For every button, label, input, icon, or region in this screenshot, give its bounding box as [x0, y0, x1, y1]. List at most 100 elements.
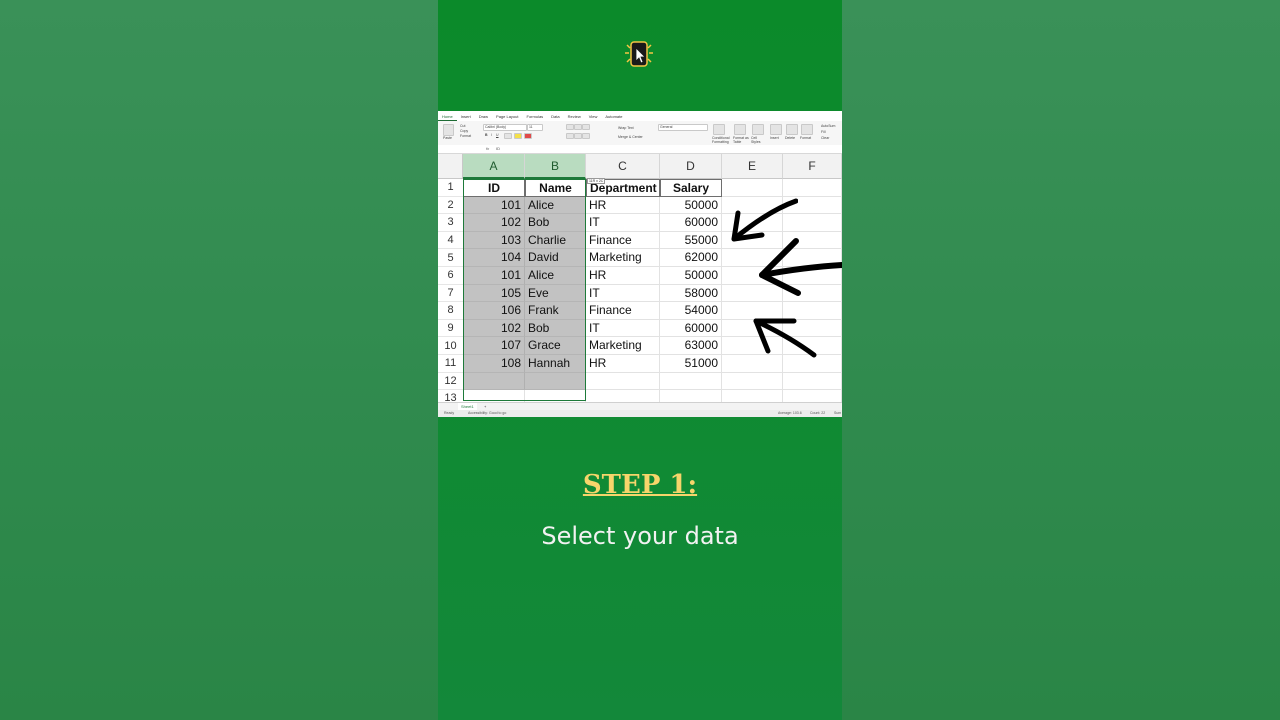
tab-draw[interactable]: Draw	[475, 111, 492, 121]
row-header-5[interactable]: 5	[438, 249, 463, 267]
cell-c6[interactable]: HR	[586, 267, 660, 285]
cell-a1[interactable]: ID	[463, 179, 525, 197]
cell-b4[interactable]: Charlie	[525, 231, 586, 250]
cell-e1[interactable]	[722, 179, 783, 197]
copy-button[interactable]: Copy	[460, 129, 468, 133]
cell-c7[interactable]: IT	[586, 284, 660, 303]
paste-icon[interactable]	[443, 124, 454, 136]
cell-b12[interactable]	[525, 372, 586, 391]
row-header-3[interactable]: 3	[438, 214, 463, 232]
number-format-select[interactable]: General	[658, 124, 708, 131]
cell-b1[interactable]: Name	[525, 179, 586, 197]
cell-a9[interactable]: 102	[463, 319, 525, 338]
cell-a4[interactable]: 103	[463, 231, 525, 250]
row-header-4[interactable]: 4	[438, 231, 463, 250]
font-size-select[interactable]: 11	[527, 124, 543, 131]
cell-d11[interactable]: 51000	[660, 355, 722, 373]
font-color-icon[interactable]	[524, 133, 532, 139]
align-top-icon[interactable]	[566, 124, 574, 130]
column-header-d[interactable]: D	[660, 154, 722, 179]
cell-c3[interactable]: IT	[586, 214, 660, 232]
cell-c10[interactable]: Marketing	[586, 337, 660, 355]
cell-b5[interactable]: David	[525, 249, 586, 267]
cell-a10[interactable]: 107	[463, 337, 525, 355]
tab-review[interactable]: Review	[564, 111, 585, 121]
cell-d3[interactable]: 60000	[660, 214, 722, 232]
column-header-a[interactable]: A	[463, 154, 525, 179]
insert-cells-icon[interactable]	[770, 124, 782, 135]
cell-b2[interactable]: Alice	[525, 196, 586, 215]
tab-view[interactable]: View	[585, 111, 602, 121]
tab-automate[interactable]: Automate	[601, 111, 626, 121]
tab-page-layout[interactable]: Page Layout	[492, 111, 522, 121]
cell-d5[interactable]: 62000	[660, 249, 722, 267]
cell-a3[interactable]: 102	[463, 214, 525, 232]
autosum-button[interactable]: AutoSum	[821, 124, 835, 128]
cell-b9[interactable]: Bob	[525, 319, 586, 338]
bold-button[interactable]: B	[485, 133, 488, 137]
cell-d2[interactable]: 50000	[660, 196, 722, 215]
column-header-e[interactable]: E	[722, 154, 783, 179]
formula-input[interactable]: ID	[496, 146, 500, 151]
cell-a12[interactable]	[463, 372, 525, 391]
cell-a11[interactable]: 108	[463, 355, 525, 373]
format-painter-button[interactable]: Format	[460, 134, 471, 138]
cell-b11[interactable]: Hannah	[525, 355, 586, 373]
row-header-9[interactable]: 9	[438, 319, 463, 338]
row-header-12[interactable]: 12	[438, 372, 463, 391]
cell-b3[interactable]: Bob	[525, 214, 586, 232]
cell-b8[interactable]: Frank	[525, 302, 586, 320]
cell-d1[interactable]: Salary	[660, 179, 722, 197]
cell-b7[interactable]: Eve	[525, 284, 586, 303]
merge-center-button[interactable]: Merge & Center	[618, 135, 643, 139]
row-header-11[interactable]: 11	[438, 355, 463, 373]
borders-icon[interactable]	[504, 133, 512, 139]
font-name-select[interactable]: Calibri (Body)	[483, 124, 527, 131]
cell-b6[interactable]: Alice	[525, 267, 586, 285]
row-header-7[interactable]: 7	[438, 284, 463, 303]
underline-button[interactable]: U	[496, 133, 499, 137]
align-bottom-icon[interactable]	[582, 124, 590, 130]
cell-b10[interactable]: Grace	[525, 337, 586, 355]
delete-cells-icon[interactable]	[786, 124, 798, 135]
tab-data[interactable]: Data	[547, 111, 563, 121]
tab-home[interactable]: Home	[438, 111, 457, 121]
cell-c5[interactable]: Marketing	[586, 249, 660, 267]
format-cells-icon[interactable]	[801, 124, 813, 135]
cell-d6[interactable]: 50000	[660, 267, 722, 285]
row-header-2[interactable]: 2	[438, 196, 463, 215]
tab-formulas[interactable]: Formulas	[523, 111, 548, 121]
cell-d9[interactable]: 60000	[660, 319, 722, 338]
cell-a8[interactable]: 106	[463, 302, 525, 320]
cell-d4[interactable]: 55000	[660, 231, 722, 250]
formula-bar[interactable]: fx ID	[438, 145, 842, 154]
column-header-f[interactable]: F	[783, 154, 842, 179]
cell-c2[interactable]: HR	[586, 196, 660, 215]
row-header-10[interactable]: 10	[438, 337, 463, 355]
column-header-b[interactable]: B	[525, 154, 586, 179]
row-header-8[interactable]: 8	[438, 302, 463, 320]
italic-button[interactable]: I	[491, 133, 492, 137]
cell-c4[interactable]: Finance	[586, 231, 660, 250]
add-sheet-button[interactable]: +	[484, 404, 486, 409]
cell-f1[interactable]	[783, 179, 842, 197]
cell-a6[interactable]: 101	[463, 267, 525, 285]
cell-c12[interactable]	[586, 372, 660, 391]
cell-d8[interactable]: 54000	[660, 302, 722, 320]
align-right-icon[interactable]	[582, 133, 590, 139]
cell-a5[interactable]: 104	[463, 249, 525, 267]
cell-styles-icon[interactable]	[752, 124, 764, 135]
fill-color-icon[interactable]	[514, 133, 522, 139]
cell-e12[interactable]	[722, 372, 783, 391]
select-all-corner[interactable]	[438, 154, 463, 179]
cell-c11[interactable]: HR	[586, 355, 660, 373]
tab-insert[interactable]: Insert	[457, 111, 475, 121]
fill-button[interactable]: Fill	[821, 130, 825, 134]
cell-d12[interactable]	[660, 372, 722, 391]
cell-d10[interactable]: 63000	[660, 337, 722, 355]
clear-button[interactable]: Clear	[821, 136, 829, 140]
cell-d7[interactable]: 58000	[660, 284, 722, 303]
wrap-text-button[interactable]: Wrap Text	[618, 126, 634, 130]
cell-c9[interactable]: IT	[586, 319, 660, 338]
align-middle-icon[interactable]	[574, 124, 582, 130]
